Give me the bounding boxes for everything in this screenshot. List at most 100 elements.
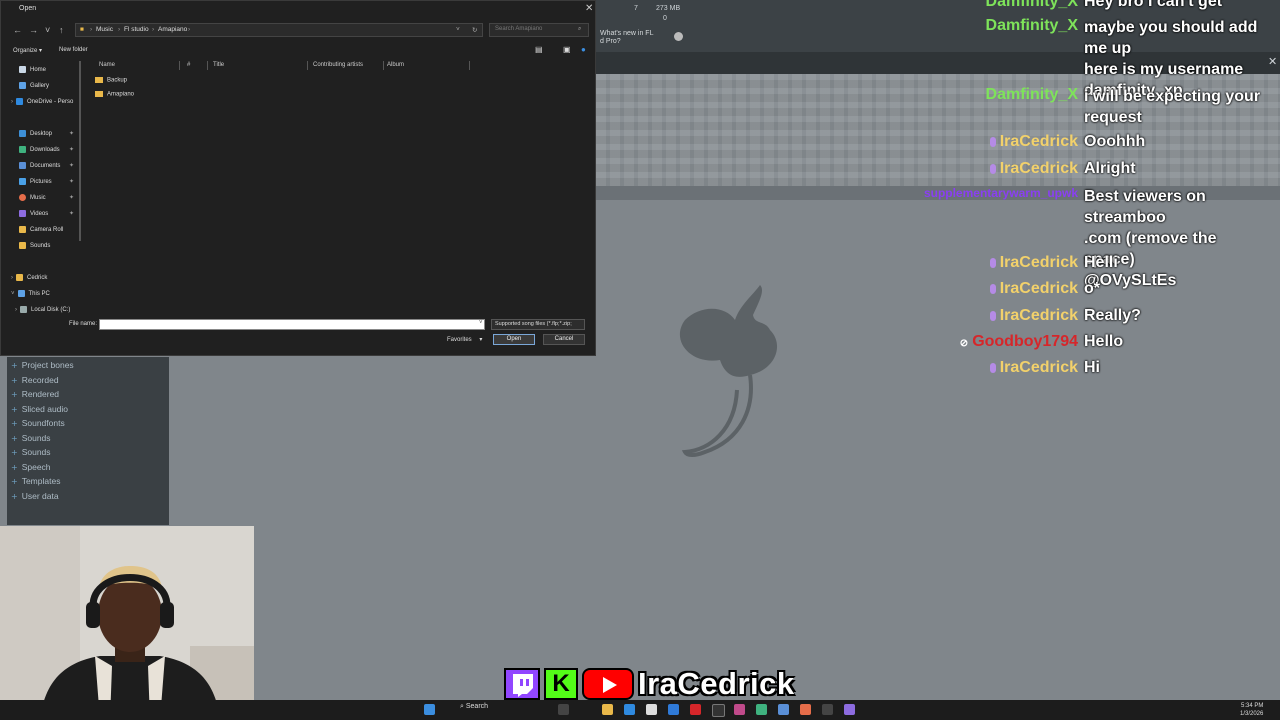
pin-icon: ✦ — [69, 131, 75, 137]
favorites-dropdown[interactable]: Favorites ▾ — [447, 336, 482, 343]
column-separator[interactable] — [383, 61, 384, 70]
search-input[interactable]: Search Amapiano ⌕ — [489, 23, 589, 37]
fl-studio-icon[interactable] — [800, 704, 811, 715]
file-explorer-icon[interactable] — [602, 704, 613, 715]
nav-item-this-pc[interactable]: ˅ This PC — [11, 290, 50, 302]
news-arrow-icon[interactable] — [674, 32, 683, 41]
column-header-artists[interactable]: Contributing artists — [313, 62, 363, 68]
browser-item-sounds[interactable]: + Sounds — [11, 433, 51, 447]
no-audio-icon: ⊘ — [959, 338, 969, 349]
column-separator[interactable] — [469, 61, 470, 70]
nav-item-pictures[interactable]: Pictures — [19, 178, 52, 190]
nav-item-music[interactable]: Music — [19, 194, 46, 206]
system-clock[interactable]: 5:34 PM 1/3/2026 — [1240, 702, 1263, 718]
mic-badge-icon — [989, 283, 996, 294]
task-view-icon[interactable] — [558, 704, 569, 715]
close-icon[interactable]: ✕ — [1268, 55, 1277, 68]
list-item[interactable]: Backup — [95, 77, 127, 84]
nav-item-local-disk[interactable]: › Local Disk (C:) — [15, 306, 70, 318]
breadcrumb-item[interactable]: Fl studio — [124, 26, 149, 33]
mic-badge-icon — [989, 310, 996, 321]
open-file-dialog: Open ✕ ← → ˅ ↑ ■ › Music › Fl studio › A… — [0, 0, 596, 356]
nav-item-cedrick[interactable]: › Cedrick — [11, 274, 47, 286]
new-folder-button[interactable]: New folder — [59, 47, 88, 53]
nav-item-onedrive[interactable]: › OneDrive - Perso — [11, 98, 73, 110]
column-separator[interactable] — [179, 61, 180, 70]
recent-chevron-icon[interactable]: ˅ — [45, 25, 50, 35]
close-icon[interactable]: ✕ — [585, 3, 593, 14]
store-icon[interactable] — [646, 704, 657, 715]
taskbar: ⌕ Search 5:34 PM 1/3/2026 — [0, 700, 1280, 720]
nav-item-gallery[interactable]: Gallery — [19, 82, 49, 94]
taskbar-search[interactable]: ⌕ Search — [460, 703, 488, 711]
nav-item-sounds[interactable]: Sounds — [19, 242, 50, 254]
app-icon[interactable] — [778, 704, 789, 715]
app-icon[interactable] — [756, 704, 767, 715]
nav-item-camera-roll[interactable]: Camera Roll — [19, 226, 63, 238]
list-item[interactable]: Amapiano — [95, 91, 134, 98]
chat-message: Hello — [1084, 333, 1124, 350]
chevron-down-icon[interactable]: ˅ — [479, 320, 483, 326]
nav-item-home[interactable]: Home — [19, 66, 46, 78]
browser-item-rendered[interactable]: + Rendered — [11, 389, 59, 403]
column-separator[interactable] — [307, 61, 308, 70]
chevron-right-icon: › — [188, 26, 191, 33]
chat-message: Hi — [1084, 359, 1100, 376]
folder-icon — [95, 91, 103, 97]
app-icon[interactable] — [844, 704, 855, 715]
browser-item-soundfonts[interactable]: + Soundfonts — [11, 418, 65, 432]
chat-username: ⊘ Goodboy1794 — [959, 333, 1078, 350]
breadcrumb-item[interactable]: Music — [96, 26, 113, 33]
pin-icon: ✦ — [69, 147, 75, 153]
app-icon[interactable] — [822, 704, 833, 715]
back-arrow-icon[interactable]: ← — [13, 25, 22, 35]
browser-item-user-data[interactable]: + User data — [11, 491, 59, 505]
column-header-title[interactable]: Title — [213, 62, 224, 68]
browser-item-sounds-2[interactable]: + Sounds — [11, 447, 51, 461]
file-name-field[interactable] — [99, 319, 485, 330]
column-header-number[interactable]: # — [187, 62, 190, 68]
nav-item-desktop[interactable]: Desktop — [19, 130, 52, 142]
outlook-icon[interactable] — [668, 704, 679, 715]
forward-arrow-icon[interactable]: → — [29, 25, 38, 35]
streamer-webcam-image — [0, 526, 254, 720]
pin-icon: ✦ — [69, 211, 75, 217]
organize-button[interactable]: Organize ▾ — [13, 47, 42, 54]
chat-message: Ooohhh — [1084, 133, 1146, 150]
obs-icon[interactable] — [712, 704, 725, 717]
refresh-icon[interactable]: ↻ — [472, 26, 477, 34]
windows-start-icon[interactable] — [424, 704, 435, 715]
nav-item-videos[interactable]: Videos — [19, 210, 48, 222]
chevron-down-icon[interactable]: ˅ — [456, 26, 460, 33]
app-icon[interactable] — [734, 704, 745, 715]
nav-item-documents[interactable]: Documents — [19, 162, 60, 174]
folder-icon: ■ — [80, 26, 84, 33]
breadcrumb-item[interactable]: Amapiano — [158, 26, 187, 33]
browser-item-recorded[interactable]: + Recorded — [11, 375, 59, 389]
fl-studio-fruit-logo-icon — [679, 285, 778, 457]
file-type-select[interactable]: Supported song files (*.flp;*.zip; — [491, 319, 585, 330]
chat-message: i will be expecting your request — [1084, 88, 1261, 126]
preview-pane-icon[interactable]: ▣ — [563, 45, 571, 54]
app-icon[interactable] — [690, 704, 701, 715]
open-button[interactable]: Open — [493, 334, 535, 345]
browser-item-sliced-audio[interactable]: + Sliced audio — [11, 404, 68, 418]
nav-scrollbar[interactable] — [79, 61, 81, 241]
youtube-logo-icon — [582, 668, 634, 700]
view-options-icon[interactable]: ▤ — [535, 45, 543, 54]
browser-item-speech[interactable]: + Speech — [11, 462, 51, 476]
browser-item-project-bones[interactable]: + Project bones — [11, 360, 74, 374]
browser-item-templates[interactable]: + Templates — [11, 476, 60, 490]
address-bar[interactable]: ■ › Music › Fl studio › Amapiano › ˅ ↻ — [75, 23, 483, 37]
column-header-album[interactable]: Album — [387, 62, 404, 68]
folder-icon — [95, 77, 103, 83]
nav-item-downloads[interactable]: Downloads — [19, 146, 60, 158]
column-separator[interactable] — [207, 61, 208, 70]
edge-icon[interactable] — [624, 704, 635, 715]
fl-news-line: d Pro? — [600, 38, 621, 45]
fl-news-panel[interactable]: What's new in FL d Pro? — [600, 30, 653, 46]
column-header-name[interactable]: Name — [99, 62, 115, 68]
up-arrow-icon[interactable]: ↑ — [59, 25, 64, 35]
cancel-button[interactable]: Cancel — [543, 334, 585, 345]
help-icon[interactable]: ● — [581, 45, 586, 54]
